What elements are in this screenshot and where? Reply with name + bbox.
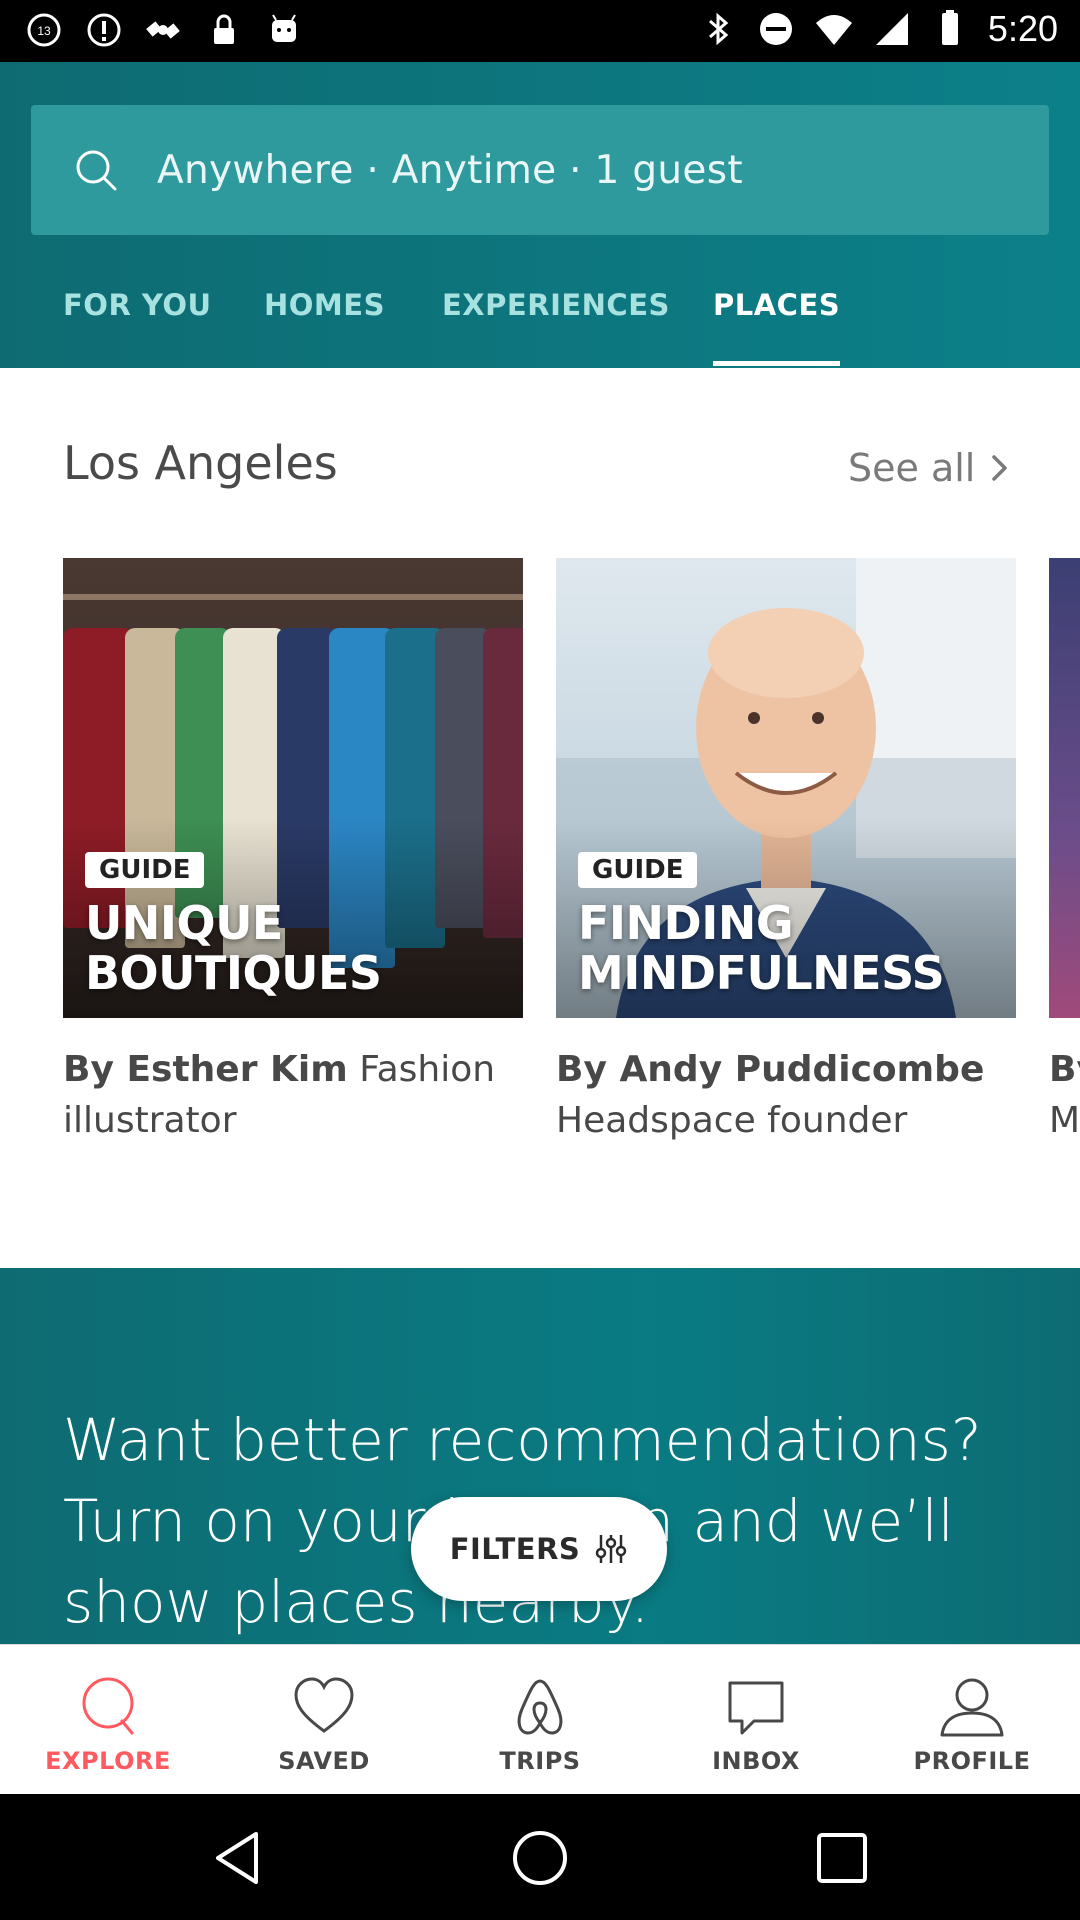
guide-title-line: MINDFULNESS — [578, 946, 945, 1000]
heart-icon — [294, 1677, 354, 1733]
tab-places[interactable]: PLACES — [713, 280, 841, 368]
card-author: By — [1049, 1049, 1080, 1090]
chat-bubble-icon — [728, 1681, 784, 1735]
chevron-right-icon — [992, 455, 1008, 481]
status-right-icons: 5:20 — [698, 8, 1058, 50]
nav-label: PROFILE — [913, 1747, 1031, 1775]
signal-icon — [875, 13, 908, 45]
status-bar: 13 5:20 — [0, 0, 1080, 62]
guide-badge: GUIDE — [578, 852, 698, 888]
nav-label: TRIPS — [499, 1747, 581, 1775]
nav-saved[interactable]: SAVED — [216, 1645, 432, 1795]
nav-label: INBOX — [712, 1747, 800, 1775]
search-icon — [82, 1677, 134, 1735]
recents-icon[interactable] — [812, 1828, 872, 1888]
tab-label: EXPERIENCES — [442, 288, 670, 322]
alert-icon — [87, 13, 121, 47]
nav-label: EXPLORE — [45, 1747, 171, 1775]
lock-icon — [214, 14, 234, 44]
guide-image-partial — [1049, 558, 1080, 1018]
filters-button[interactable]: FILTERS — [411, 1497, 667, 1601]
abc13-icon: 13 — [27, 13, 61, 47]
search-input[interactable]: Anywhere · Anytime · 1 guest — [157, 148, 743, 193]
wifi-icon — [815, 15, 852, 45]
tab-experiences[interactable]: EXPERIENCES — [442, 280, 670, 368]
satellite-icon — [146, 21, 180, 39]
card-role: M — [1049, 1100, 1080, 1141]
nav-trips[interactable]: TRIPS — [432, 1645, 648, 1795]
see-all-label: See all — [848, 446, 976, 490]
tab-label: HOMES — [264, 288, 385, 322]
home-icon[interactable] — [510, 1828, 570, 1888]
tab-bar: FOR YOU HOMES EXPERIENCES PLACES — [0, 280, 1080, 368]
section-title: Los Angeles — [63, 436, 338, 490]
bluetooth-icon — [708, 12, 729, 46]
filters-label: FILTERS — [449, 1532, 581, 1566]
tab-label: PLACES — [713, 288, 841, 322]
system-nav-bar — [0, 1794, 1080, 1920]
card-role: Headspace founder — [556, 1100, 908, 1141]
search-icon — [76, 150, 117, 191]
guide-image-clothing-rack: GUIDE UNIQUE BOUTIQUES — [63, 558, 523, 1018]
card-caption: By Andy Puddicombe Headspace founder — [556, 1044, 1016, 1146]
airbnb-logo-icon — [517, 1679, 563, 1735]
guide-title: FINDING MINDFULNESS — [578, 896, 945, 1000]
card-caption: By M — [1049, 1044, 1080, 1146]
card-author: By Esther Kim — [63, 1049, 348, 1090]
clothing-rail — [63, 594, 523, 600]
guide-image-portrait: GUIDE FINDING MINDFULNESS — [556, 558, 1016, 1018]
nav-label: SAVED — [278, 1747, 370, 1775]
battery-icon — [941, 10, 958, 45]
guide-title-line: UNIQUE — [85, 896, 283, 950]
guide-card-finding-mindfulness[interactable]: GUIDE FINDING MINDFULNESS By Andy Puddic… — [556, 558, 1016, 1146]
guide-card-unique-boutiques[interactable]: GUIDE UNIQUE BOUTIQUES By Esther Kim Fas… — [63, 558, 523, 1146]
tab-homes[interactable]: HOMES — [264, 280, 385, 368]
svg-text:13: 13 — [37, 24, 51, 38]
nav-profile[interactable]: PROFILE — [864, 1645, 1080, 1795]
status-time: 5:20 — [987, 8, 1058, 49]
tab-for-you[interactable]: FOR YOU — [63, 280, 212, 368]
person-icon — [940, 1678, 1004, 1737]
card-caption: By Esther Kim Fashion illustrator — [63, 1044, 523, 1146]
back-icon[interactable] — [208, 1828, 268, 1888]
status-left-icons: 13 — [24, 10, 304, 50]
bottom-nav: EXPLORE SAVED TRIPS INBOX PROFILE — [0, 1644, 1080, 1794]
guide-badge: GUIDE — [85, 852, 205, 888]
tab-label: FOR YOU — [63, 288, 212, 322]
guide-title-line: FINDING — [578, 896, 794, 950]
search-bar[interactable]: Anywhere · Anytime · 1 guest — [31, 105, 1049, 235]
guide-title: UNIQUE BOUTIQUES — [85, 898, 382, 998]
card-author: By Andy Puddicombe — [556, 1049, 985, 1090]
nav-explore[interactable]: EXPLORE — [0, 1645, 216, 1795]
guide-title-line: BOUTIQUES — [85, 946, 382, 1000]
header: Anywhere · Anytime · 1 guest FOR YOU HOM… — [0, 62, 1080, 368]
sliders-icon — [596, 1535, 627, 1563]
guide-card-partial[interactable]: By M — [1049, 558, 1080, 1146]
do-not-disturb-icon — [759, 13, 792, 45]
android-icon — [272, 14, 296, 42]
see-all-link[interactable]: See all — [848, 446, 1011, 490]
nav-inbox[interactable]: INBOX — [648, 1645, 864, 1795]
